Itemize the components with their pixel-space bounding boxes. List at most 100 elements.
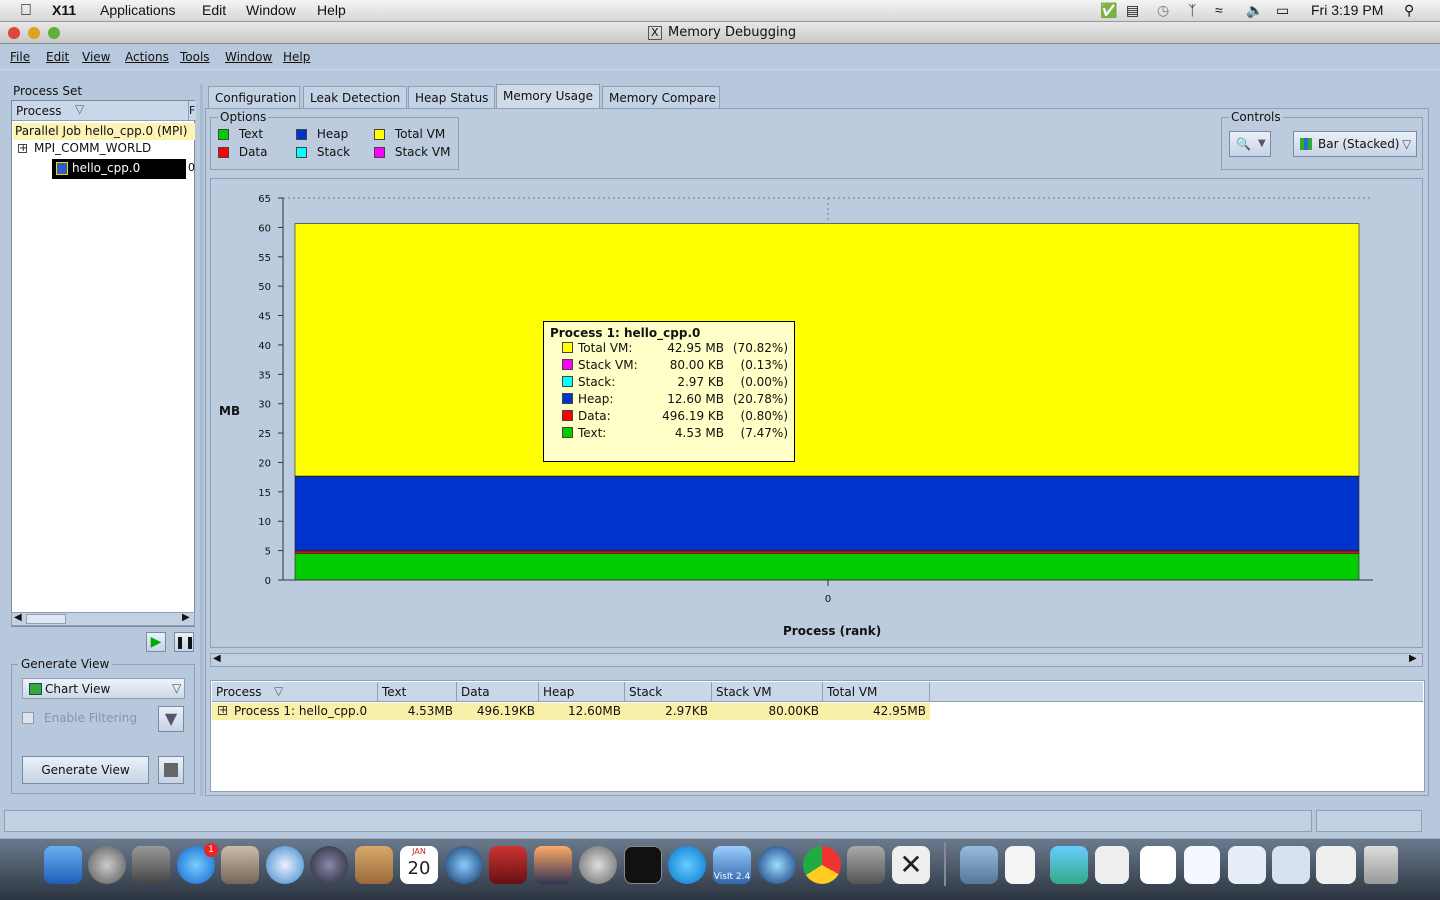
table-header-heap[interactable]: Heap [539, 682, 625, 702]
view-type-select[interactable]: Chart View ▽ [22, 678, 185, 699]
filter-funnel-icon[interactable]: ▽ [75, 102, 84, 116]
photo-booth-icon[interactable] [489, 846, 527, 884]
app-menu-window[interactable]: Window [225, 50, 272, 64]
app-menu-edit[interactable]: Edit [46, 50, 69, 64]
safari-icon[interactable] [266, 846, 304, 884]
table-header-text[interactable]: Text [378, 682, 457, 702]
wifi-icon[interactable]: ≈ [1215, 2, 1223, 18]
chrome-window-thumbnail-icon[interactable] [1316, 846, 1356, 884]
facetime-icon[interactable] [310, 846, 348, 884]
tree-horizontal-scrollbar[interactable]: ◀ ▶ [11, 612, 195, 626]
preview-icon[interactable] [847, 846, 885, 884]
chart-horizontal-scrollbar[interactable]: ◀ ▶ [210, 653, 1423, 667]
tree-item-parallel-job[interactable]: Parallel Job hello_cpp.0 (MPI) [13, 123, 195, 140]
close-window-icon[interactable] [8, 27, 20, 39]
tab-memory-compare[interactable]: Memory Compare [602, 86, 720, 108]
apple-icon[interactable]:  [20, 2, 32, 20]
time-machine-icon[interactable]: ◷ [1157, 2, 1169, 19]
table-header-data[interactable]: Data [457, 682, 539, 702]
skype-window-thumbnail-icon[interactable] [1228, 846, 1266, 884]
volume-icon[interactable]: 🔈 [1246, 2, 1263, 19]
scroll-left-icon[interactable]: ◀ [14, 612, 22, 623]
menu-edit[interactable]: Edit [202, 2, 226, 18]
tree-item-process-selected[interactable]: hello_cpp.0 [52, 159, 186, 179]
screenshot-thumbnail-icon[interactable] [1184, 846, 1220, 884]
table-header-stack[interactable]: Stack [625, 682, 712, 702]
tab-memory-usage[interactable]: Memory Usage [496, 84, 600, 109]
dashboard-icon[interactable] [132, 846, 170, 884]
tab-configuration[interactable]: Configuration [208, 86, 300, 108]
visit-icon[interactable]: VisIt 2.4 [713, 846, 751, 884]
terminal-icon[interactable] [624, 846, 662, 884]
spotlight-search-icon[interactable]: ⚲ [1404, 2, 1414, 19]
tab-leak-detection[interactable]: Leak Detection [303, 86, 407, 108]
table-row[interactable]: + Process 1: hello_cpp.0 [212, 703, 378, 720]
table-header-stack-vm[interactable]: Stack VM [712, 682, 823, 702]
option-stack[interactable]: Stack [296, 145, 350, 159]
app-menu-help[interactable]: Help [283, 50, 310, 64]
generate-view-button[interactable]: Generate View [22, 756, 149, 784]
minimize-window-icon[interactable] [28, 27, 40, 39]
system-preferences-icon[interactable] [579, 846, 617, 884]
screenshot-thumbnail-icon[interactable] [1140, 846, 1176, 884]
option-stack-vm[interactable]: Stack VM [374, 145, 450, 159]
play-button[interactable]: ▶ [146, 632, 166, 652]
table-header-process[interactable]: Process ▽ [212, 682, 378, 702]
option-text[interactable]: Text [218, 127, 263, 141]
itunes-icon[interactable] [445, 846, 483, 884]
table-header-total-vm[interactable]: Total VM [823, 682, 930, 702]
screenshot-thumbnail-icon[interactable] [1095, 846, 1129, 884]
expand-toggle-icon[interactable]: + [218, 706, 227, 716]
x11-icon[interactable]: ✕ [892, 846, 930, 884]
document-icon[interactable] [1005, 846, 1035, 884]
iphoto-icon[interactable] [534, 846, 572, 884]
mail-icon[interactable] [221, 846, 259, 884]
filter-funnel-icon[interactable]: ▽ [274, 684, 283, 698]
finder-icon[interactable] [44, 846, 82, 884]
status-check-icon[interactable]: ✅ [1100, 2, 1117, 19]
option-total-vm[interactable]: Total VM [374, 127, 445, 141]
battery-icon[interactable]: ▭ [1276, 2, 1289, 19]
filter-funnel-button[interactable]: ▼ [158, 706, 184, 732]
chart-type-select[interactable]: Bar (Stacked) ▽ [1293, 131, 1417, 157]
option-data[interactable]: Data [218, 145, 267, 159]
quicktime-icon[interactable] [758, 846, 796, 884]
calendar-icon[interactable]: JAN 20 [400, 846, 438, 884]
menu-applications[interactable]: Applications [100, 2, 176, 18]
menu-x11[interactable]: X11 [52, 2, 76, 18]
app-menu-tools[interactable]: Tools [180, 50, 210, 64]
stop-button[interactable] [158, 756, 184, 784]
tree-item-comm-world[interactable]: MPI_COMM_WORLD [34, 141, 151, 155]
applications-folder-icon[interactable] [960, 846, 998, 884]
app-menu-file[interactable]: File [10, 50, 30, 64]
scroll-thumb[interactable] [26, 614, 66, 624]
scroll-right-icon[interactable]: ▶ [1409, 653, 1417, 664]
menu-help[interactable]: Help [317, 2, 346, 18]
skype-icon[interactable] [668, 846, 706, 884]
visit-document-icon[interactable] [1050, 846, 1088, 884]
battery-meter-icon[interactable]: ▤ [1126, 2, 1139, 19]
enable-filtering-checkbox[interactable] [22, 712, 34, 724]
tab-heap-status[interactable]: Heap Status [408, 86, 495, 108]
zoom-dropdown-icon[interactable]: ▼ [1258, 132, 1266, 156]
zoom-button[interactable]: 🔍 ▼ [1229, 131, 1271, 157]
contacts-icon[interactable] [355, 846, 393, 884]
f-column-header[interactable]: F [188, 101, 196, 121]
x11-window-thumbnail-icon[interactable] [1272, 846, 1310, 884]
scroll-left-icon[interactable]: ◀ [213, 653, 221, 664]
expand-toggle-icon[interactable]: + [18, 144, 27, 154]
zoom-window-icon[interactable] [48, 27, 60, 39]
clock[interactable]: Fri 3:19 PM [1311, 2, 1383, 18]
bluetooth-icon[interactable]: ᛉ [1188, 2, 1196, 18]
app-menu-actions[interactable]: Actions [125, 50, 169, 64]
option-heap[interactable]: Heap [296, 127, 348, 141]
chrome-icon[interactable] [803, 846, 841, 884]
pause-button[interactable]: ❚❚ [174, 632, 195, 652]
split-divider[interactable] [200, 84, 203, 796]
app-menu-view[interactable]: View [82, 50, 110, 64]
process-column-header[interactable]: Process ▽ [12, 101, 188, 121]
scroll-right-icon[interactable]: ▶ [182, 612, 190, 623]
menu-window[interactable]: Window [246, 2, 296, 18]
trash-icon[interactable] [1364, 846, 1398, 884]
launchpad-icon[interactable] [88, 846, 126, 884]
